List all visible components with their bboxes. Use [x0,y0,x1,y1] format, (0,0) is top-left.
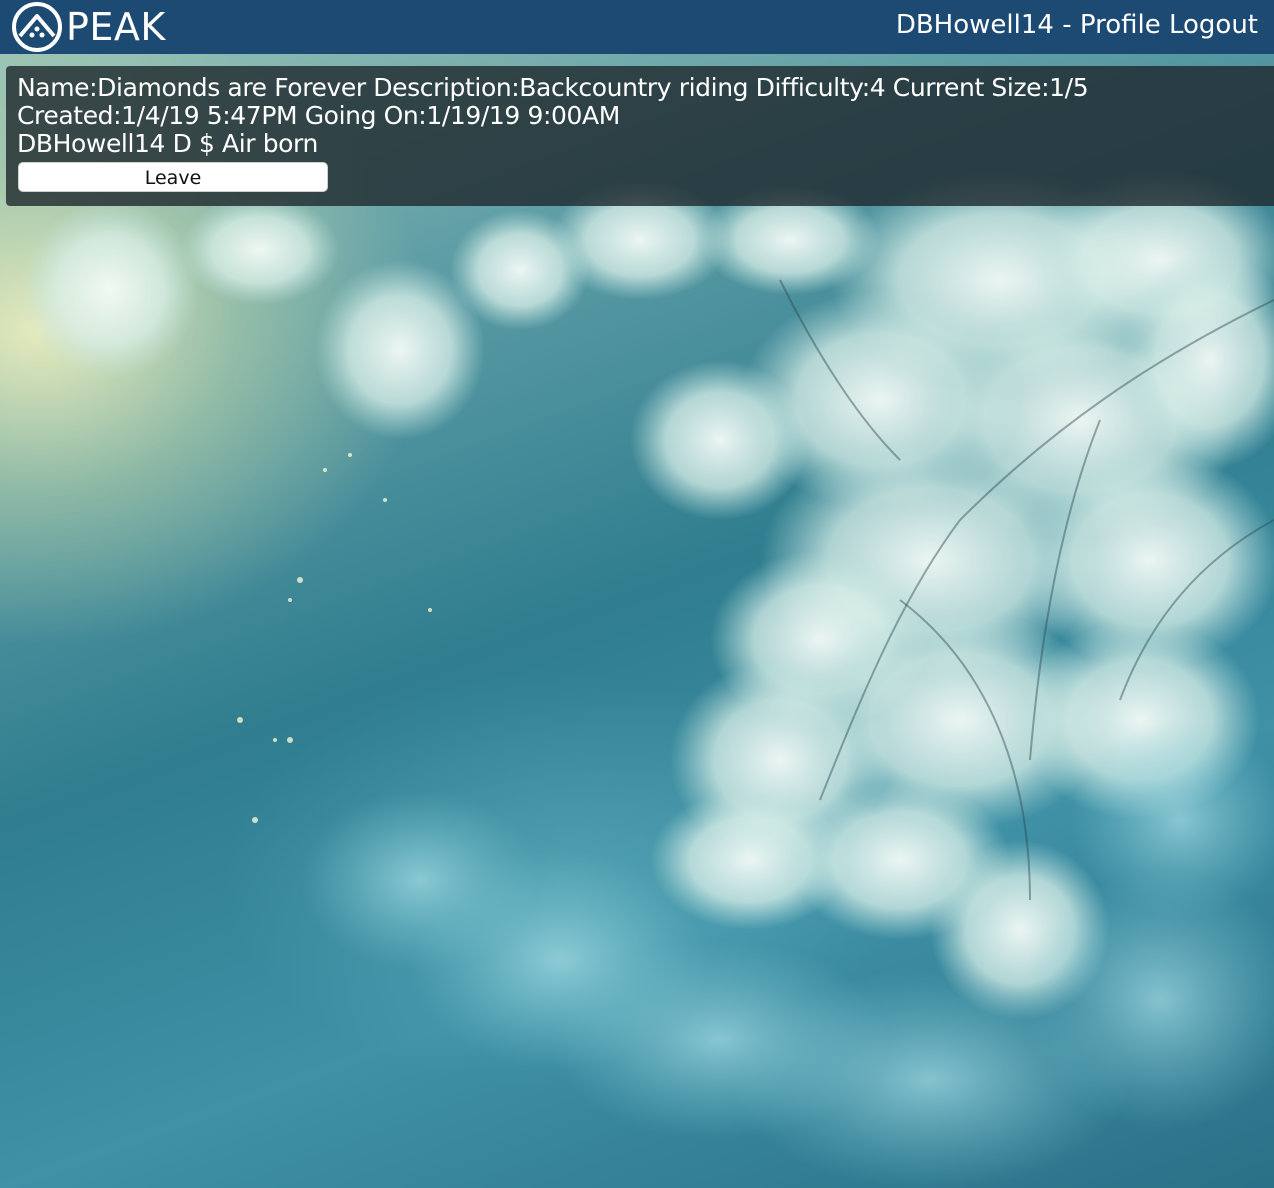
brand-name: PEAK [66,5,166,49]
username-link[interactable]: DBHowell14 [896,10,1054,40]
top-navbar: PEAK DBHowell14 - Profile Logout [0,0,1274,54]
mountain-circle-icon [10,0,64,54]
nav-separator: - [1062,10,1072,40]
group-card: Name:Diamonds are Forever Description:Ba… [6,66,1274,206]
user-nav: DBHowell14 - Profile Logout [896,8,1258,42]
profile-link[interactable]: Profile [1080,10,1161,40]
group-members: DBHowell14 D $ Air born [17,129,318,158]
group-details: Name:Diamonds are Forever Description:Ba… [17,73,1089,102]
logout-link[interactable]: Logout [1169,10,1258,40]
leave-button[interactable]: Leave [18,162,328,192]
brand-logo[interactable]: PEAK [10,2,166,52]
group-dates: Created:1/4/19 5:47PM Going On:1/19/19 9… [17,101,620,130]
